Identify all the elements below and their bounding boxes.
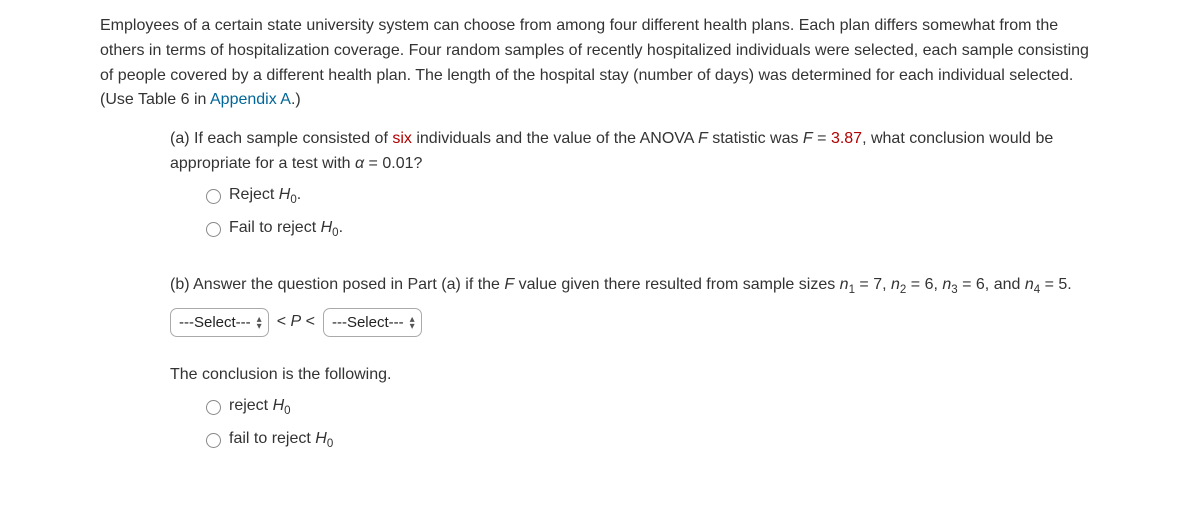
option-fail-reject-h0[interactable]: Fail to reject H0. <box>206 216 1100 243</box>
part-b-question: (b) Answer the question posed in Part (a… <box>170 273 1100 300</box>
radio-icon[interactable] <box>206 222 221 237</box>
radio-icon[interactable] <box>206 400 221 415</box>
part-b: (b) Answer the question posed in Part (a… <box>100 273 1100 454</box>
intro-paragraph: Employees of a certain state university … <box>100 14 1100 113</box>
sample-size-highlight: six <box>392 130 412 147</box>
option-fail-reject-h0-b[interactable]: fail to reject H0 <box>206 427 1100 454</box>
chevron-updown-icon: ▴▾ <box>410 316 415 330</box>
option-reject-h0-b[interactable]: reject H0 <box>206 394 1100 421</box>
radio-icon[interactable] <box>206 189 221 204</box>
chevron-updown-icon: ▴▾ <box>257 316 262 330</box>
radio-icon[interactable] <box>206 433 221 448</box>
part-a-question: (a) If each sample consisted of six indi… <box>170 127 1100 177</box>
appendix-link[interactable]: Appendix A <box>210 91 291 108</box>
select-upper-bound[interactable]: ---Select--- ▴▾ <box>323 308 422 337</box>
part-a-options: Reject H0. Fail to reject H0. <box>170 183 1100 243</box>
conclusion-options: reject H0 fail to reject H0 <box>170 394 1100 454</box>
f-value: 3.87 <box>831 130 862 147</box>
select-lower-bound[interactable]: ---Select--- ▴▾ <box>170 308 269 337</box>
part-a: (a) If each sample consisted of six indi… <box>100 127 1100 243</box>
intro-text-after: .) <box>291 91 301 108</box>
p-value-range: ---Select--- ▴▾ < P < ---Select--- ▴▾ <box>170 308 1100 337</box>
conclusion-heading: The conclusion is the following. <box>170 363 1100 388</box>
option-reject-h0[interactable]: Reject H0. <box>206 183 1100 210</box>
